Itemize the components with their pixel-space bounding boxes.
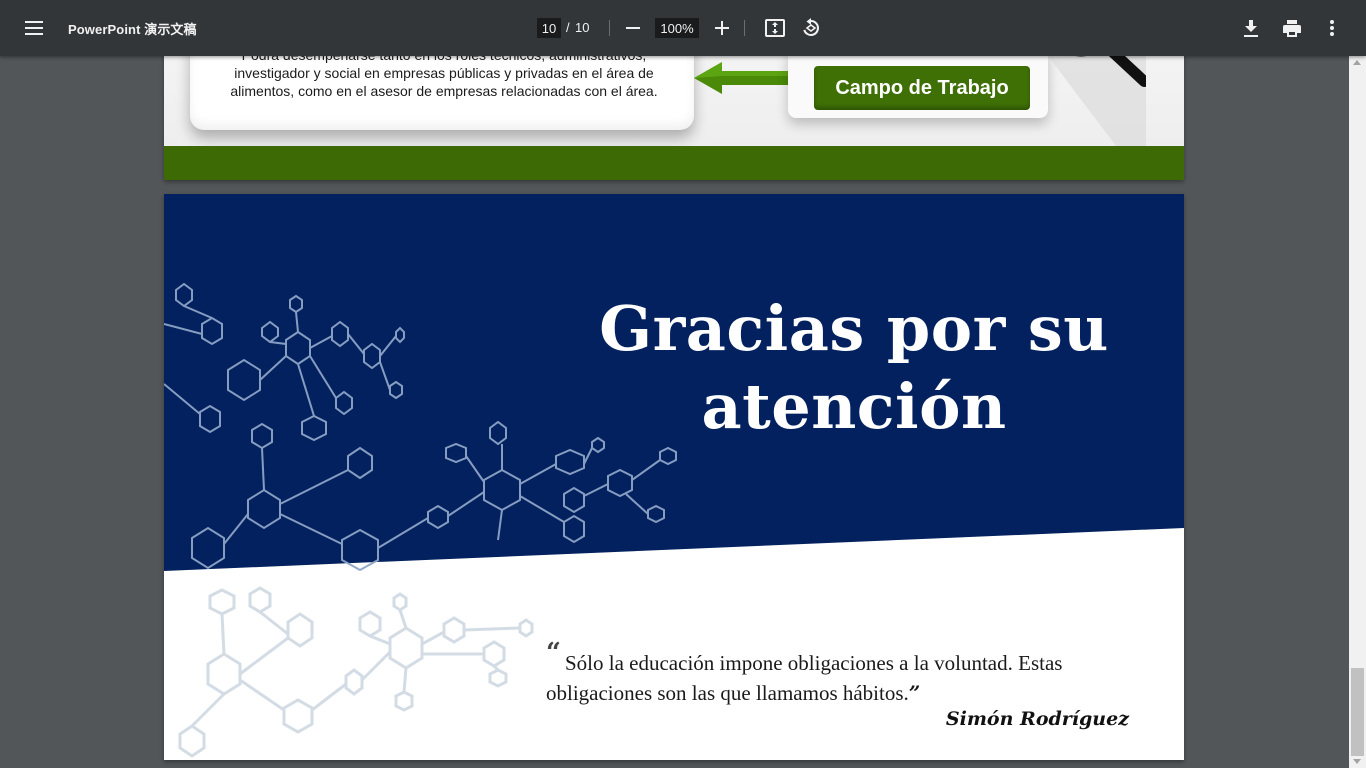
pdf-toolbar: PowerPoint 演示文稿 / 10: [0, 0, 1366, 56]
download-icon: [1244, 19, 1258, 37]
toolbar-divider: [744, 20, 745, 36]
pdf-page-10: Gracias por su atención “ Sólo la educac…: [164, 194, 1184, 760]
more-vert-icon: [1330, 20, 1334, 36]
zoom-level-input[interactable]: [655, 18, 699, 38]
vertical-scrollbar[interactable]: [1349, 56, 1366, 768]
scroll-down-arrow-icon[interactable]: [1353, 759, 1361, 764]
zoom-out-icon: [626, 27, 640, 29]
green-footer-stripe: [164, 146, 1184, 180]
menu-icon: [25, 21, 43, 35]
download-button[interactable]: [1231, 8, 1271, 48]
zoom-out-button[interactable]: [613, 8, 653, 48]
toolbar-divider: [609, 20, 610, 36]
quote-text-block: Sólo la educación impone obligaciones a …: [546, 648, 1146, 708]
page-total: 10: [575, 20, 590, 35]
print-icon: [1283, 19, 1301, 37]
quote-author: Simón Rodríguez: [945, 708, 1129, 730]
zoom-in-button[interactable]: [702, 8, 742, 48]
fit-page-icon: [765, 19, 785, 37]
rotate-button[interactable]: [791, 8, 831, 48]
scroll-up-arrow-icon[interactable]: [1353, 60, 1361, 65]
fit-to-page-button[interactable]: [755, 8, 795, 48]
more-options-button[interactable]: [1312, 8, 1352, 48]
scrollbar-thumb[interactable]: [1351, 668, 1364, 756]
document-title: PowerPoint 演示文稿: [68, 22, 197, 37]
rotate-icon: [803, 18, 819, 36]
slide-title: Gracias por su atención: [599, 292, 1109, 443]
campo-de-trabajo-button[interactable]: Campo de Trabajo: [814, 66, 1030, 110]
close-quote-mark: ”: [908, 681, 921, 705]
page-separator: /: [566, 20, 570, 35]
print-button[interactable]: [1272, 8, 1312, 48]
quote-text: Sólo la educación impone obligaciones a …: [546, 651, 1063, 705]
left-arrow-icon: [694, 62, 794, 94]
page-number-input[interactable]: [537, 18, 561, 38]
zoom-in-icon: [715, 21, 729, 35]
menu-button[interactable]: [14, 8, 54, 48]
